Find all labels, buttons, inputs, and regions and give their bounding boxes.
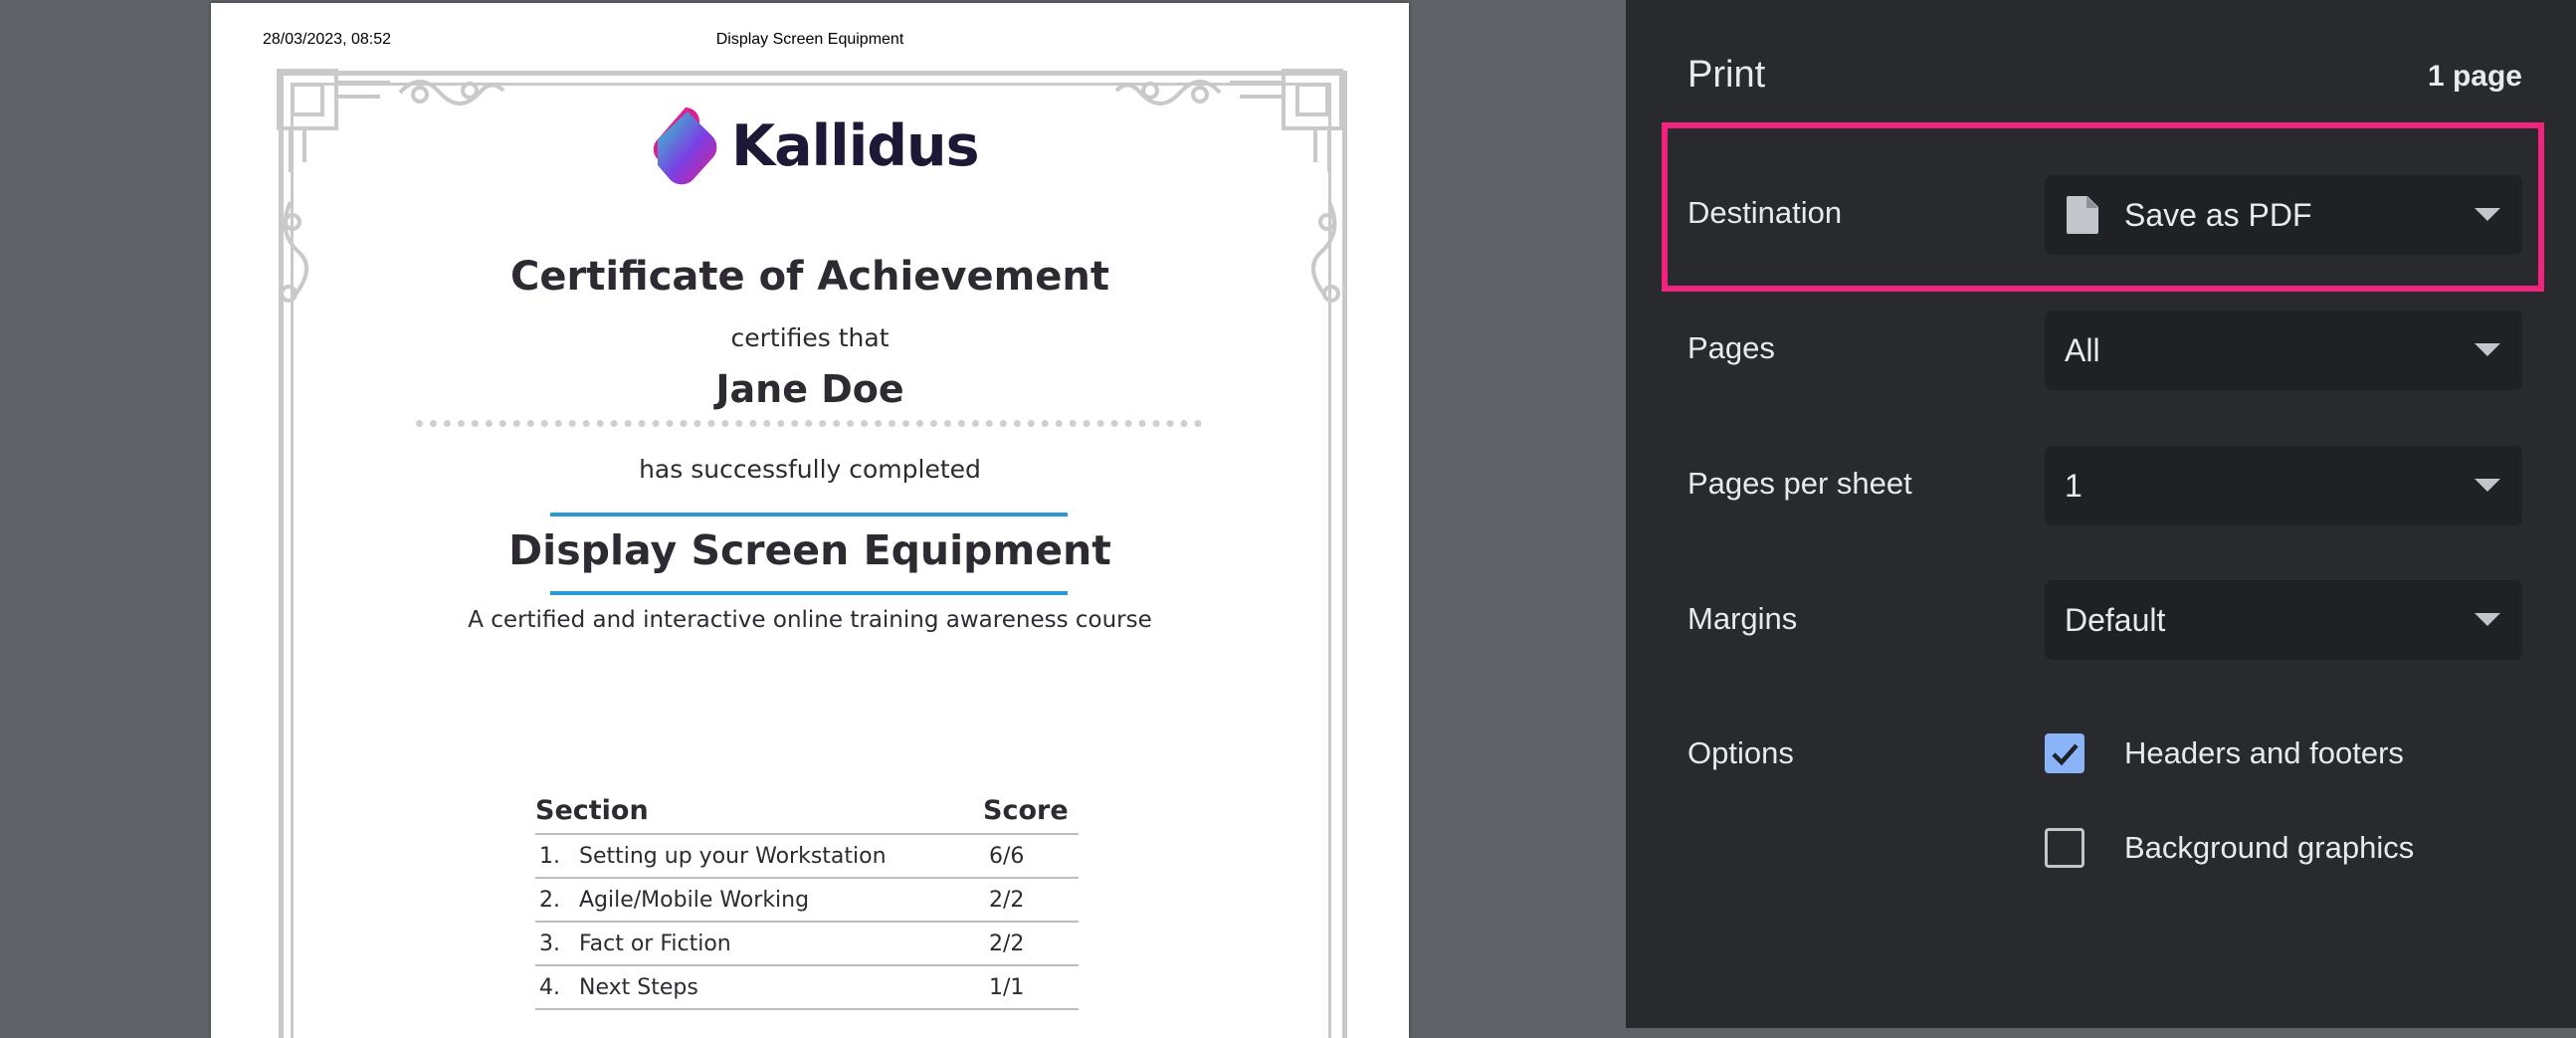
table-row: 3. Fact or Fiction 2/2	[535, 923, 1079, 966]
scores-table-header: Section Score	[535, 795, 1079, 835]
checkmark-icon	[2052, 743, 2079, 766]
background-graphics-label[interactable]: Background graphics	[2124, 830, 2414, 866]
chevron-down-icon	[2475, 613, 2500, 626]
course-rule-top	[550, 513, 1068, 517]
row-score: 2/2	[989, 887, 1025, 913]
row-number: 1.	[539, 843, 560, 869]
pages-label: Pages	[1687, 330, 1775, 365]
margins-label: Margins	[1687, 601, 1798, 636]
row-score: 1/1	[989, 974, 1025, 1000]
destination-highlight-box	[1662, 122, 2544, 292]
print-preview-area: 28/03/2023, 08:52 Display Screen Equipme…	[0, 0, 1626, 1038]
course-name: Display Screen Equipment	[508, 526, 1111, 574]
headers-footers-label[interactable]: Headers and footers	[2124, 735, 2404, 771]
score-column-header: Score	[983, 795, 1069, 826]
row-section: Fact or Fiction	[579, 931, 731, 956]
certificate-title: Certificate of Achievement	[510, 254, 1109, 300]
dotted-divider	[416, 420, 1202, 427]
panel-title: Print	[1687, 54, 1766, 96]
row-score: 2/2	[989, 931, 1025, 956]
headers-footers-checkbox[interactable]	[2045, 733, 2084, 773]
preview-page: 28/03/2023, 08:52 Display Screen Equipme…	[211, 3, 1409, 1038]
table-row: 2. Agile/Mobile Working 2/2	[535, 879, 1079, 923]
pages-per-sheet-select[interactable]: 1	[2045, 446, 2522, 525]
kallidus-logo: Kallidus	[654, 104, 980, 189]
row-number: 2.	[539, 887, 560, 913]
table-row: 4. Next Steps 1/1	[535, 966, 1079, 1010]
page-header-title: Display Screen Equipment	[715, 31, 904, 48]
completed-text: has successfully completed	[639, 455, 981, 484]
row-score: 6/6	[989, 843, 1025, 869]
pages-select[interactable]: All	[2045, 311, 2522, 390]
row-number: 4.	[539, 974, 560, 1000]
row-number: 3.	[539, 931, 560, 956]
margins-select[interactable]: Default	[2045, 580, 2522, 660]
certifies-text: certifies that	[730, 323, 890, 352]
background-graphics-checkbox[interactable]	[2045, 828, 2084, 868]
pages-per-sheet-value: 1	[2065, 467, 2082, 504]
pages-value: All	[2065, 331, 2100, 368]
scores-table: Section Score 1. Setting up your Worksta…	[535, 795, 1079, 1010]
row-section: Next Steps	[579, 974, 698, 1000]
recipient-name: Jane Doe	[715, 367, 904, 411]
course-description: A certified and interactive online train…	[468, 607, 1152, 633]
table-row: 1. Setting up your Workstation 6/6	[535, 835, 1079, 879]
page-count: 1 page	[2427, 60, 2522, 93]
chevron-down-icon	[2475, 479, 2500, 492]
logo-text: Kallidus	[731, 113, 980, 179]
chevron-down-icon	[2475, 343, 2500, 356]
row-section: Setting up your Workstation	[579, 843, 887, 869]
margins-value: Default	[2065, 601, 2166, 638]
course-rule-bottom	[550, 591, 1068, 595]
row-section: Agile/Mobile Working	[579, 887, 810, 913]
pages-per-sheet-label: Pages per sheet	[1687, 466, 1912, 501]
kallidus-logo-mark	[654, 107, 717, 185]
options-label: Options	[1687, 735, 1794, 770]
section-column-header: Section	[535, 795, 649, 826]
